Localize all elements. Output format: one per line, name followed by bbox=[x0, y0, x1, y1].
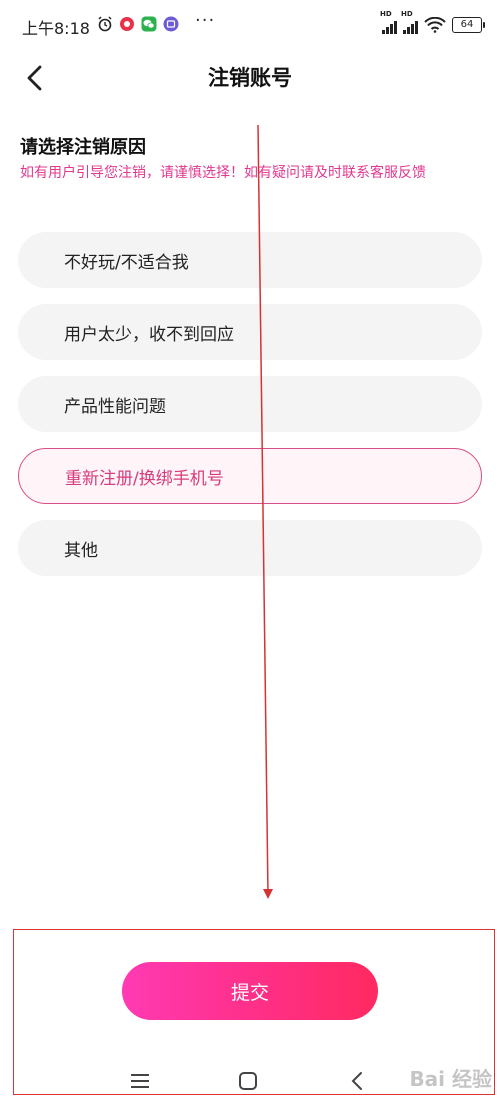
status-right-icons: HD HD 64 bbox=[380, 10, 485, 34]
page-title: 注销账号 bbox=[208, 66, 292, 90]
home-button[interactable] bbox=[233, 1066, 263, 1096]
reason-option-label: 其他 bbox=[64, 540, 98, 561]
reason-option-label: 重新注册/换绑手机号 bbox=[65, 468, 224, 489]
menu-button[interactable] bbox=[125, 1066, 155, 1096]
status-time: 上午8:18 bbox=[22, 19, 90, 38]
back-chevron-icon bbox=[351, 1072, 362, 1090]
reason-options-list: 不好玩/不适合我 用户太少，收不到回应 产品性能问题 重新注册/换绑手机号 其他 bbox=[18, 232, 482, 592]
status-bar: 上午8:18 ··· HD HD 64 bbox=[0, 0, 500, 50]
menu-icon bbox=[131, 1074, 149, 1088]
alarm-clock-icon bbox=[97, 16, 113, 32]
signal-strength-icon: HD bbox=[401, 10, 418, 34]
reason-option-label: 不好玩/不适合我 bbox=[64, 252, 189, 273]
reason-option-selected[interactable]: 重新注册/换绑手机号 bbox=[18, 448, 482, 504]
section-title: 请选择注销原因 bbox=[20, 137, 146, 158]
reason-option[interactable]: 产品性能问题 bbox=[18, 376, 482, 432]
status-notification-icons bbox=[97, 16, 179, 32]
reason-option-label: 用户太少，收不到回应 bbox=[64, 324, 234, 345]
news-app-icon bbox=[163, 16, 179, 32]
submit-button[interactable]: 提交 bbox=[122, 962, 378, 1020]
nav-back-button[interactable] bbox=[342, 1066, 372, 1096]
reason-option-label: 产品性能问题 bbox=[64, 396, 166, 417]
warning-text: 如有用户引导您注销，请谨慎选择！如有疑问请及时联系客服反馈 bbox=[20, 165, 426, 181]
wifi-icon bbox=[424, 17, 446, 33]
home-square-icon bbox=[239, 1072, 257, 1090]
more-notifications-icon: ··· bbox=[195, 10, 216, 31]
reason-option[interactable]: 用户太少，收不到回应 bbox=[18, 304, 482, 360]
app-notification-icon bbox=[119, 16, 135, 32]
baidu-watermark: Bai 经验 bbox=[409, 1067, 492, 1091]
reason-option[interactable]: 不好玩/不适合我 bbox=[18, 232, 482, 288]
signal-strength-icon: HD bbox=[380, 10, 397, 34]
reason-option[interactable]: 其他 bbox=[18, 520, 482, 576]
wechat-icon bbox=[141, 16, 157, 32]
battery-icon: 64 bbox=[452, 17, 485, 33]
